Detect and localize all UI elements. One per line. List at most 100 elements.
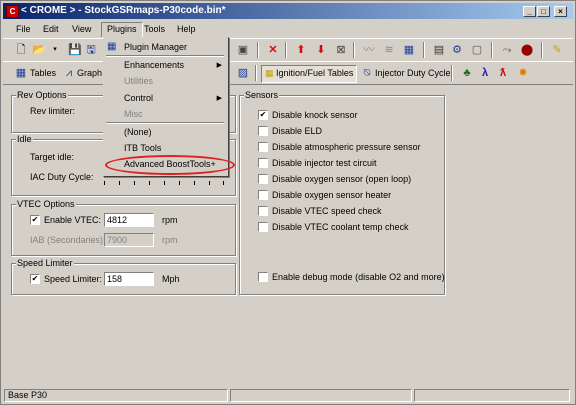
table-view-icon[interactable]: ▨ — [235, 65, 251, 81]
vtec-rpm-unit: rpm — [162, 215, 178, 225]
title-bar: C < CROME > - StockGSRmaps-P30code.bin* … — [3, 3, 573, 19]
highlight-annotation — [105, 155, 235, 175]
menu-edit[interactable]: Edit — [38, 22, 64, 36]
save-icon[interactable]: 💾 — [67, 42, 83, 58]
menu-item-itb-tools[interactable]: ITB Tools — [124, 143, 161, 153]
minimize-button[interactable]: _ — [523, 6, 536, 17]
disable-injector-test-checkbox[interactable] — [258, 158, 268, 168]
disable-eld-checkbox[interactable] — [258, 126, 268, 136]
settings-icon[interactable]: ⚙ — [449, 42, 465, 58]
speed-limiter-label: Speed Limiter: — [44, 274, 103, 284]
main-area: Rev Options Rev limiter: Idle Target idl… — [3, 87, 573, 387]
open-dropdown-icon[interactable]: ▾ — [47, 42, 63, 58]
chip-icon[interactable]: ▣ — [235, 42, 251, 58]
submenu-arrow-icon: ▶ — [216, 95, 222, 102]
delete-icon[interactable]: ✕ — [265, 42, 281, 58]
vtec-rpm-input[interactable]: 4812 — [104, 213, 154, 227]
open-folder-icon[interactable]: 📂 — [31, 42, 47, 58]
menu-item-none[interactable]: (None) — [124, 127, 152, 137]
submenu-arrow-icon: ▶ — [216, 62, 222, 69]
notes-icon[interactable]: ▢ — [469, 42, 485, 58]
toolbar-separator — [257, 42, 259, 58]
help-icon[interactable]: ✎ — [549, 42, 565, 58]
upload-icon[interactable]: ⬆ — [293, 42, 309, 58]
injector-duty-cycle-button[interactable]: Injector Duty Cycle — [375, 65, 451, 81]
sensor-label: Disable knock sensor — [272, 110, 358, 120]
menu-file[interactable]: File — [11, 22, 36, 36]
main-toolbar: 🗋 📂 ▾ 💾 🖫 ▣ ✕ ⬆ ⬇ ⊠ 〰 ≋ ▦ ▤ ⚙ ▢ ⤳ ⬤ ✎ — [3, 38, 573, 62]
toolbar-separator — [451, 65, 453, 81]
tables-button[interactable]: Tables — [30, 65, 56, 81]
window-title: < CROME > - StockGSRmaps-P30code.bin* — [21, 5, 226, 16]
idle-title: Idle — [16, 134, 33, 144]
speed-limiter-group: Speed Limiter ✔ Speed Limiter: 158 Mph — [11, 258, 236, 295]
maximize-button[interactable]: □ — [537, 6, 550, 17]
debug-mode-checkbox[interactable] — [258, 272, 268, 282]
menu-separator — [106, 122, 224, 124]
menu-tools[interactable]: Tools — [139, 22, 170, 36]
disable-o2-sensor-checkbox[interactable] — [258, 174, 268, 184]
table-icon[interactable]: ▦ — [401, 42, 417, 58]
app-icon[interactable]: C — [6, 5, 19, 18]
injector-icon: ⍉ — [363, 67, 371, 79]
stop-icon[interactable]: ⬤ — [519, 42, 535, 58]
close-button[interactable]: × — [554, 6, 567, 17]
menu-view[interactable]: View — [67, 22, 96, 36]
datalog-icon[interactable]: ⤳ — [499, 42, 515, 58]
vtec-options-group: VTEC Options ✔ Enable VTEC: 4812 rpm IAB… — [11, 199, 236, 256]
graph-line-icon: ⩘ — [65, 67, 73, 79]
debug-mode-label: Enable debug mode (disable O2 and more) — [272, 272, 445, 282]
compare-icon[interactable]: ⊠ — [333, 42, 349, 58]
vtec-options-title: VTEC Options — [16, 199, 76, 209]
menu-item-utilities: Utilities — [124, 76, 154, 86]
tree-icon[interactable]: ♣ — [459, 65, 475, 81]
toolbar-separator — [255, 65, 257, 81]
download-icon[interactable]: ⬇ — [313, 42, 329, 58]
rev-limiter-label: Rev limiter: — [30, 106, 76, 116]
speed-limiter-checkbox[interactable]: ✔ — [30, 274, 40, 284]
ignition-fuel-tables-button[interactable]: ▦ Ignition/Fuel Tables — [261, 65, 358, 83]
menu-plugins[interactable]: Plugins — [101, 22, 143, 38]
speed-limiter-input[interactable]: 158 — [104, 272, 154, 286]
menu-bar: File Edit View Plugins Tools Help — [3, 21, 573, 38]
rev-options-title: Rev Options — [16, 90, 68, 100]
menu-item-enhancements[interactable]: Enhancements — [124, 60, 184, 70]
iab-label: IAB (Secondaries): — [30, 235, 106, 245]
new-file-icon[interactable]: 🗋 — [13, 42, 29, 58]
status-panel-right — [414, 389, 570, 402]
save-as-icon[interactable]: 🖫 — [83, 42, 99, 58]
sensor-label: Disable oxygen sensor heater — [272, 190, 392, 200]
iac-duty-label: IAC Duty Cycle: — [30, 172, 94, 182]
disable-o2-heater-checkbox[interactable] — [258, 190, 268, 200]
speed-limiter-unit: Mph — [162, 274, 180, 284]
lambda-icon[interactable]: λ — [477, 65, 493, 81]
enable-vtec-checkbox[interactable]: ✔ — [30, 215, 40, 225]
no-lambda-icon[interactable]: ƛ — [495, 65, 511, 81]
menu-help[interactable]: Help — [172, 22, 201, 36]
toolbar-separator — [423, 42, 425, 58]
enable-vtec-label: Enable VTEC: — [44, 215, 102, 225]
menu-item-control[interactable]: Control — [124, 93, 153, 103]
sensors-group: Sensors ✔ Disable knock sensor Disable E… — [239, 90, 445, 295]
app-window: C < CROME > - StockGSRmaps-P30code.bin* … — [0, 0, 576, 405]
status-panel-base: Base P30 — [4, 389, 228, 402]
iab-rpm-input[interactable]: 7900 — [104, 233, 154, 247]
toolbar-separator — [285, 42, 287, 58]
disable-knock-checkbox[interactable]: ✔ — [258, 110, 268, 120]
status-panel-middle — [230, 389, 412, 402]
toolbar-separator — [353, 42, 355, 58]
disable-atm-pressure-checkbox[interactable] — [258, 142, 268, 152]
ignition-fuel-label: Ignition/Fuel Tables — [276, 68, 354, 78]
hex-editor-icon[interactable]: ▤ — [431, 42, 447, 58]
disable-vtec-speed-checkbox[interactable] — [258, 206, 268, 216]
graph-icon[interactable]: 〰 — [361, 42, 377, 58]
target-idle-label: Target idle: — [30, 152, 75, 162]
map-icon[interactable]: ≋ — [381, 42, 397, 58]
disable-vtec-coolant-checkbox[interactable] — [258, 222, 268, 232]
graphs-button[interactable]: Graph — [77, 65, 102, 81]
sensor-label: Disable VTEC coolant temp check — [272, 222, 409, 232]
boost-icon[interactable]: ✸ — [515, 65, 531, 81]
menu-item-plugin-manager[interactable]: Plugin Manager — [124, 42, 187, 52]
sensor-label: Disable oxygen sensor (open loop) — [272, 174, 412, 184]
toolbar-separator — [491, 42, 493, 58]
